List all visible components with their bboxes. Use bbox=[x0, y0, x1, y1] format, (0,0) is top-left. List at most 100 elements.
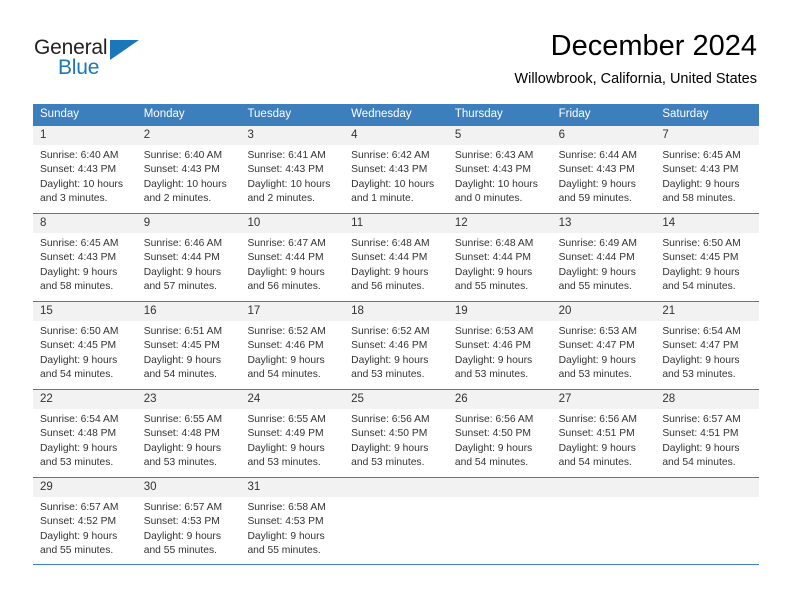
day-number: 19 bbox=[454, 305, 468, 317]
daylight-text-line2: and 0 minutes. bbox=[454, 192, 523, 204]
title-block: December 2024 Willowbrook, California, U… bbox=[514, 28, 757, 90]
brand-logo[interactable]: General Blue bbox=[34, 36, 164, 84]
page-header: General Blue December 2024 Willowbrook, … bbox=[0, 0, 792, 100]
day-cell[interactable]: 4 Sunrise: 6:42 AM Sunset: 4:43 PM Daylight… bbox=[344, 126, 448, 213]
day-cell[interactable]: 1 Sunrise: 6:40 AM Sunset: 4:43 PM Daylight… bbox=[33, 126, 137, 213]
day-number: 9 bbox=[143, 217, 151, 229]
day-cell[interactable]: 15 Sunrise: 6:50 AM Sunset: 4:45 PM Dayligh… bbox=[33, 302, 137, 389]
day-cell[interactable]: 20 Sunrise: 6:53 AM Sunset: 4:47 PM Dayligh… bbox=[551, 302, 656, 389]
day-number: 1 bbox=[40, 129, 47, 141]
day-cell[interactable]: 10 Sunrise: 6:47 AM Sunset: 4:44 PM Dayligh… bbox=[240, 214, 345, 301]
day-cell[interactable]: 8 Sunrise: 6:45 AM Sunset: 4:43 PM Daylight… bbox=[33, 214, 137, 301]
day-number-strip: 16 bbox=[136, 302, 241, 321]
day-number-strip: 25 bbox=[344, 390, 448, 409]
day-cell[interactable]: 5 Sunrise: 6:43 AM Sunset: 4:43 PM Daylight… bbox=[447, 126, 552, 213]
day-cell[interactable]: 11 Sunrise: 6:48 AM Sunset: 4:44 PM Dayligh… bbox=[344, 214, 448, 301]
day-cell[interactable]: 21 Sunrise: 6:54 AM Sunset: 4:47 PM Dayligh… bbox=[655, 302, 760, 389]
daylight-text-line1: Daylight: 9 hours bbox=[662, 442, 740, 454]
day-cell[interactable]: 29 Sunrise: 6:57 AM Sunset: 4:52 PM Dayligh… bbox=[33, 478, 137, 564]
daylight-text-line1: Daylight: 9 hours bbox=[454, 266, 533, 278]
day-cell[interactable]: 7 Sunrise: 6:45 AM Sunset: 4:43 PM Daylight… bbox=[655, 126, 760, 213]
day-number-strip: 4 bbox=[344, 126, 448, 145]
daylight-text-line2: and 53 minutes. bbox=[143, 456, 217, 468]
day-number-strip: 1 bbox=[33, 126, 137, 145]
sunset-text: Sunset: 4:43 PM bbox=[40, 252, 117, 264]
day-number: 2 bbox=[143, 129, 151, 141]
sunset-text: Sunset: 4:46 PM bbox=[247, 340, 324, 352]
daylight-text-line2: and 54 minutes. bbox=[454, 456, 529, 468]
day-number: 7 bbox=[662, 129, 669, 141]
daylight-text-line1: Daylight: 9 hours bbox=[558, 442, 636, 454]
day-cell[interactable]: 25 Sunrise: 6:56 AM Sunset: 4:50 PM Dayligh… bbox=[344, 390, 448, 477]
sunrise-text: Sunrise: 6:50 AM bbox=[662, 238, 741, 249]
day-details: Sunrise: 6:52 AM Sunset: 4:46 PM Daylight:… bbox=[344, 321, 448, 382]
day-number-strip: 19 bbox=[447, 302, 552, 321]
daylight-text-line1: Daylight: 9 hours bbox=[558, 178, 636, 190]
day-details: Sunrise: 6:54 AM Sunset: 4:48 PM Daylight:… bbox=[33, 409, 137, 470]
sunrise-text: Sunrise: 6:56 AM bbox=[454, 414, 534, 425]
day-cell[interactable]: 3 Sunrise: 6:41 AM Sunset: 4:43 PM Daylight… bbox=[240, 126, 345, 213]
day-number-strip: 11 bbox=[344, 214, 448, 233]
day-cell[interactable]: 24 Sunrise: 6:55 AM Sunset: 4:49 PM Dayligh… bbox=[240, 390, 345, 477]
sunset-text: Sunset: 4:43 PM bbox=[351, 164, 428, 176]
sunrise-text: Sunrise: 6:45 AM bbox=[662, 150, 741, 161]
day-cell[interactable]: 14 Sunrise: 6:50 AM Sunset: 4:45 PM Dayligh… bbox=[655, 214, 760, 301]
daylight-text-line2: and 3 minutes. bbox=[40, 192, 108, 204]
day-cell-empty bbox=[344, 478, 448, 564]
day-number-strip bbox=[551, 478, 656, 497]
day-cell[interactable]: 13 Sunrise: 6:49 AM Sunset: 4:44 PM Dayligh… bbox=[551, 214, 656, 301]
calendar-week-row: 1 Sunrise: 6:40 AM Sunset: 4:43 PM Daylight… bbox=[33, 125, 760, 213]
day-number: 15 bbox=[40, 305, 53, 317]
day-cell[interactable]: 26 Sunrise: 6:56 AM Sunset: 4:50 PM Dayligh… bbox=[447, 390, 552, 477]
day-details: Sunrise: 6:55 AM Sunset: 4:49 PM Daylight:… bbox=[240, 409, 344, 470]
day-number-strip: 17 bbox=[240, 302, 345, 321]
daylight-text-line2: and 53 minutes. bbox=[454, 368, 529, 380]
daylight-text-line1: Daylight: 9 hours bbox=[40, 442, 118, 454]
day-cell[interactable]: 30 Sunrise: 6:57 AM Sunset: 4:53 PM Dayligh… bbox=[136, 478, 241, 564]
day-cell[interactable]: 2 Sunrise: 6:40 AM Sunset: 4:43 PM Daylight… bbox=[136, 126, 241, 213]
daylight-text-line2: and 53 minutes. bbox=[558, 368, 632, 380]
day-cell[interactable]: 27 Sunrise: 6:56 AM Sunset: 4:51 PM Dayligh… bbox=[551, 390, 656, 477]
triangle-icon bbox=[110, 40, 139, 60]
sunrise-text: Sunrise: 6:58 AM bbox=[247, 502, 326, 513]
day-cell[interactable]: 31 Sunrise: 6:58 AM Sunset: 4:53 PM Dayligh… bbox=[240, 478, 345, 564]
day-details: Sunrise: 6:53 AM Sunset: 4:47 PM Daylight:… bbox=[552, 321, 656, 382]
day-cell[interactable]: 9 Sunrise: 6:46 AM Sunset: 4:44 PM Daylight… bbox=[136, 214, 241, 301]
day-cell[interactable]: 23 Sunrise: 6:55 AM Sunset: 4:48 PM Dayligh… bbox=[136, 390, 241, 477]
day-number-strip: 20 bbox=[551, 302, 656, 321]
day-cell[interactable]: 12 Sunrise: 6:48 AM Sunset: 4:44 PM Dayligh… bbox=[447, 214, 552, 301]
sunrise-text: Sunrise: 6:56 AM bbox=[351, 414, 430, 425]
day-number: 26 bbox=[454, 393, 468, 405]
day-cell[interactable]: 22 Sunrise: 6:54 AM Sunset: 4:48 PM Dayligh… bbox=[33, 390, 137, 477]
daylight-text-line2: and 53 minutes. bbox=[247, 456, 321, 468]
daylight-text-line2: and 57 minutes. bbox=[143, 280, 217, 292]
daylight-text-line1: Daylight: 10 hours bbox=[40, 178, 123, 190]
day-details: Sunrise: 6:56 AM Sunset: 4:51 PM Daylight:… bbox=[552, 409, 656, 470]
sunset-text: Sunset: 4:45 PM bbox=[40, 340, 117, 352]
day-number: 23 bbox=[143, 393, 157, 405]
day-number-strip: 14 bbox=[655, 214, 760, 233]
day-details: Sunrise: 6:47 AM Sunset: 4:44 PM Daylight:… bbox=[240, 233, 344, 294]
daylight-text-line2: and 55 minutes. bbox=[454, 280, 529, 292]
day-cell[interactable]: 17 Sunrise: 6:52 AM Sunset: 4:46 PM Dayligh… bbox=[240, 302, 345, 389]
daylight-text-line2: and 56 minutes. bbox=[351, 280, 425, 292]
sunrise-text: Sunrise: 6:51 AM bbox=[143, 326, 223, 337]
daylight-text-line1: Daylight: 9 hours bbox=[143, 354, 221, 366]
sunrise-text: Sunrise: 6:57 AM bbox=[662, 414, 741, 425]
day-number-strip: 13 bbox=[551, 214, 656, 233]
daylight-text-line1: Daylight: 9 hours bbox=[40, 354, 118, 366]
page-title: December 2024 bbox=[550, 30, 757, 62]
day-cell[interactable]: 18 Sunrise: 6:52 AM Sunset: 4:46 PM Dayligh… bbox=[344, 302, 448, 389]
day-number-strip: 3 bbox=[240, 126, 345, 145]
brand-name-bottom: Blue bbox=[58, 56, 100, 79]
daylight-text-line2: and 1 minute. bbox=[351, 192, 414, 204]
day-cell[interactable]: 16 Sunrise: 6:51 AM Sunset: 4:45 PM Dayligh… bbox=[136, 302, 241, 389]
day-cell[interactable]: 28 Sunrise: 6:57 AM Sunset: 4:51 PM Dayligh… bbox=[655, 390, 760, 477]
day-cell[interactable]: 19 Sunrise: 6:53 AM Sunset: 4:46 PM Dayligh… bbox=[447, 302, 552, 389]
weekday-header-friday: Friday bbox=[558, 108, 591, 120]
day-number: 17 bbox=[247, 305, 261, 317]
day-number-strip: 29 bbox=[33, 478, 137, 497]
day-cell[interactable]: 6 Sunrise: 6:44 AM Sunset: 4:43 PM Daylight… bbox=[551, 126, 656, 213]
day-number-strip: 12 bbox=[447, 214, 552, 233]
day-number: 10 bbox=[247, 217, 261, 229]
